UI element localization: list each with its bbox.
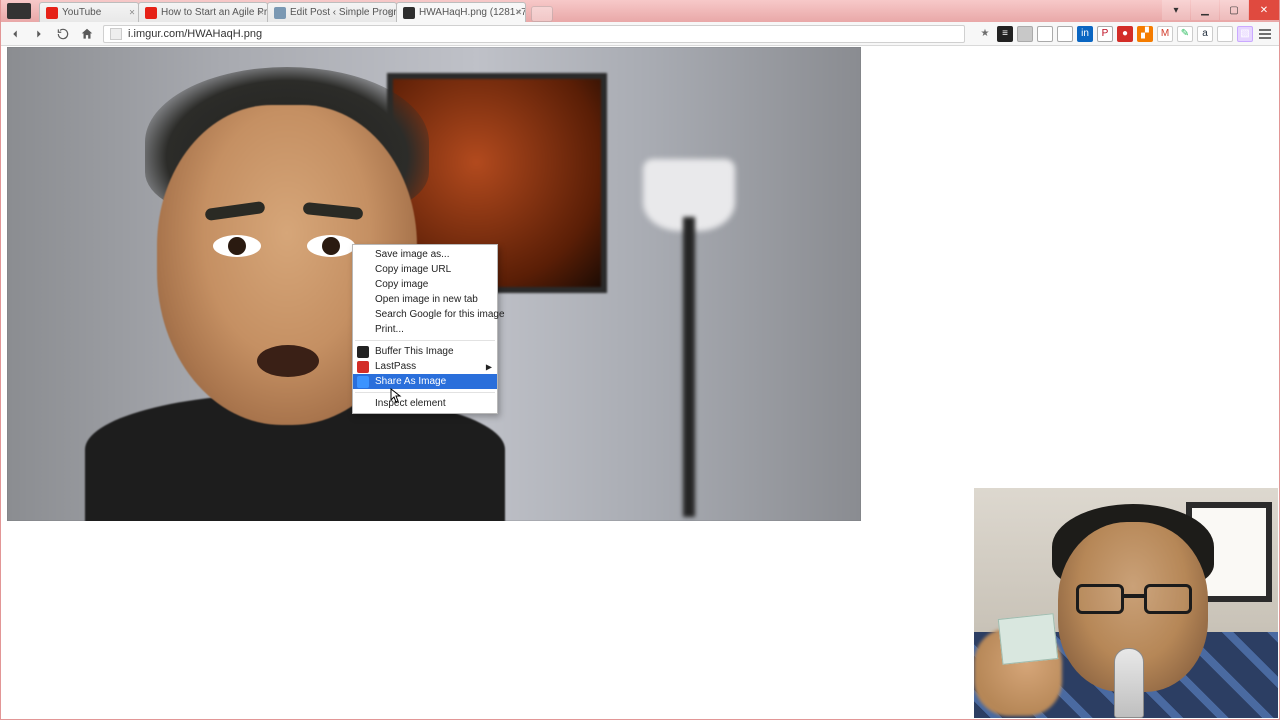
photo-lamp-pole xyxy=(683,217,695,517)
extensions-row: ★ ≡ in P ● ▞ M ✎ a ✎ ▧ xyxy=(977,26,1273,42)
chrome-menu-button[interactable] xyxy=(1257,26,1273,42)
browser-toolbar: i.imgur.com/HWAHaqH.png ★ ≡ in P ● ▞ M ✎… xyxy=(1,22,1279,46)
tab-title: How to Start an Agile Pro… xyxy=(161,7,268,18)
amazon-icon[interactable]: a xyxy=(1197,26,1213,42)
misc-ext-2-icon[interactable] xyxy=(1037,26,1053,42)
close-icon[interactable]: × xyxy=(129,7,135,18)
browser-window: YouTube × How to Start an Agile Pro… × E… xyxy=(0,0,1280,720)
new-tab-button[interactable] xyxy=(531,6,553,22)
buffer-icon[interactable]: ≡ xyxy=(997,26,1013,42)
ctx-search-google-image[interactable]: Search Google for this image xyxy=(353,307,497,322)
color-picker-icon[interactable]: ✎ xyxy=(1217,26,1233,42)
ctx-open-image-new-tab[interactable]: Open image in new tab xyxy=(353,292,497,307)
tab-edit-post[interactable]: Edit Post ‹ Simple Progra… × xyxy=(267,2,397,22)
home-button[interactable] xyxy=(79,26,95,42)
photo-mouth xyxy=(257,345,319,377)
close-icon[interactable]: × xyxy=(516,7,522,18)
linkedin-icon[interactable]: in xyxy=(1077,26,1093,42)
ctx-copy-image[interactable]: Copy image xyxy=(353,277,497,292)
page-icon xyxy=(110,28,122,40)
webcam-index-card xyxy=(998,613,1059,665)
maximize-button[interactable]: ▢ xyxy=(1220,0,1248,20)
tab-title: Edit Post ‹ Simple Progra… xyxy=(290,7,397,18)
ctx-copy-image-url[interactable]: Copy image URL xyxy=(353,262,497,277)
evernote-icon[interactable]: ✎ xyxy=(1177,26,1193,42)
ctx-print[interactable]: Print... xyxy=(353,322,497,337)
window-controls: ▾ ▁ ▢ ✕ xyxy=(1161,0,1279,20)
webcam-microphone xyxy=(1114,648,1144,718)
ctx-separator xyxy=(355,340,495,341)
reload-button[interactable] xyxy=(55,26,71,42)
page-viewport: Save image as... Copy image URL Copy ima… xyxy=(2,46,1278,718)
submenu-arrow-icon: ▶ xyxy=(486,359,492,374)
ctx-save-image-as[interactable]: Save image as... xyxy=(353,247,497,262)
buffer-icon xyxy=(357,346,369,358)
tab-youtube[interactable]: YouTube × xyxy=(39,2,139,22)
ctx-share-as-image[interactable]: Share As Image xyxy=(353,374,497,389)
ctx-lastpass[interactable]: LastPass ▶ xyxy=(353,359,497,374)
forward-button[interactable] xyxy=(31,26,47,42)
share-as-image-icon[interactable]: ▧ xyxy=(1237,26,1253,42)
ctx-label: Share As Image xyxy=(375,376,446,387)
ctx-label: Buffer This Image xyxy=(375,346,454,357)
tab-imgur-image[interactable]: HWAHaqH.png (1281×71… × xyxy=(396,2,526,22)
ctx-buffer-this-image[interactable]: Buffer This Image xyxy=(353,344,497,359)
close-icon[interactable]: × xyxy=(258,7,264,18)
pinterest-icon[interactable]: P xyxy=(1097,26,1113,42)
photo-pupil xyxy=(322,237,340,255)
close-icon[interactable]: × xyxy=(387,7,393,18)
youtube-icon xyxy=(145,7,157,19)
lastpass-icon[interactable]: ● xyxy=(1117,26,1133,42)
google-analytics-icon[interactable]: ▞ xyxy=(1137,26,1153,42)
mouse-cursor-icon xyxy=(390,388,402,404)
bookmark-star-icon[interactable]: ★ xyxy=(977,26,993,42)
tab-title: YouTube xyxy=(62,7,101,18)
webcam-overlay xyxy=(974,488,1278,718)
ctx-inspect-element[interactable]: Inspect element xyxy=(353,396,497,411)
webcam-glasses xyxy=(1076,584,1192,614)
tab-strip: YouTube × How to Start an Agile Pro… × E… xyxy=(39,0,553,22)
url-text: i.imgur.com/HWAHaqH.png xyxy=(128,28,262,40)
close-window-button[interactable]: ✕ xyxy=(1249,0,1279,20)
misc-ext-3-icon[interactable] xyxy=(1057,26,1073,42)
incognito-profile-icon xyxy=(7,3,31,19)
imgur-icon xyxy=(403,7,415,19)
minimize-button[interactable]: ▁ xyxy=(1191,0,1219,20)
wordpress-icon xyxy=(274,7,286,19)
ctx-label: LastPass xyxy=(375,361,416,372)
misc-ext-1-icon[interactable] xyxy=(1017,26,1033,42)
context-menu: Save image as... Copy image URL Copy ima… xyxy=(352,244,498,414)
share-as-image-icon xyxy=(357,376,369,388)
ctx-separator xyxy=(355,392,495,393)
youtube-icon xyxy=(46,7,58,19)
window-titlebar: YouTube × How to Start an Agile Pro… × E… xyxy=(1,0,1279,22)
address-bar[interactable]: i.imgur.com/HWAHaqH.png xyxy=(103,25,965,43)
lastpass-icon xyxy=(357,361,369,373)
back-button[interactable] xyxy=(7,26,23,42)
gmail-icon[interactable]: M xyxy=(1157,26,1173,42)
tab-agile-video[interactable]: How to Start an Agile Pro… × xyxy=(138,2,268,22)
tab-title: HWAHaqH.png (1281×71… xyxy=(419,7,526,18)
window-extra-button[interactable]: ▾ xyxy=(1162,0,1190,20)
photo-pupil xyxy=(228,237,246,255)
